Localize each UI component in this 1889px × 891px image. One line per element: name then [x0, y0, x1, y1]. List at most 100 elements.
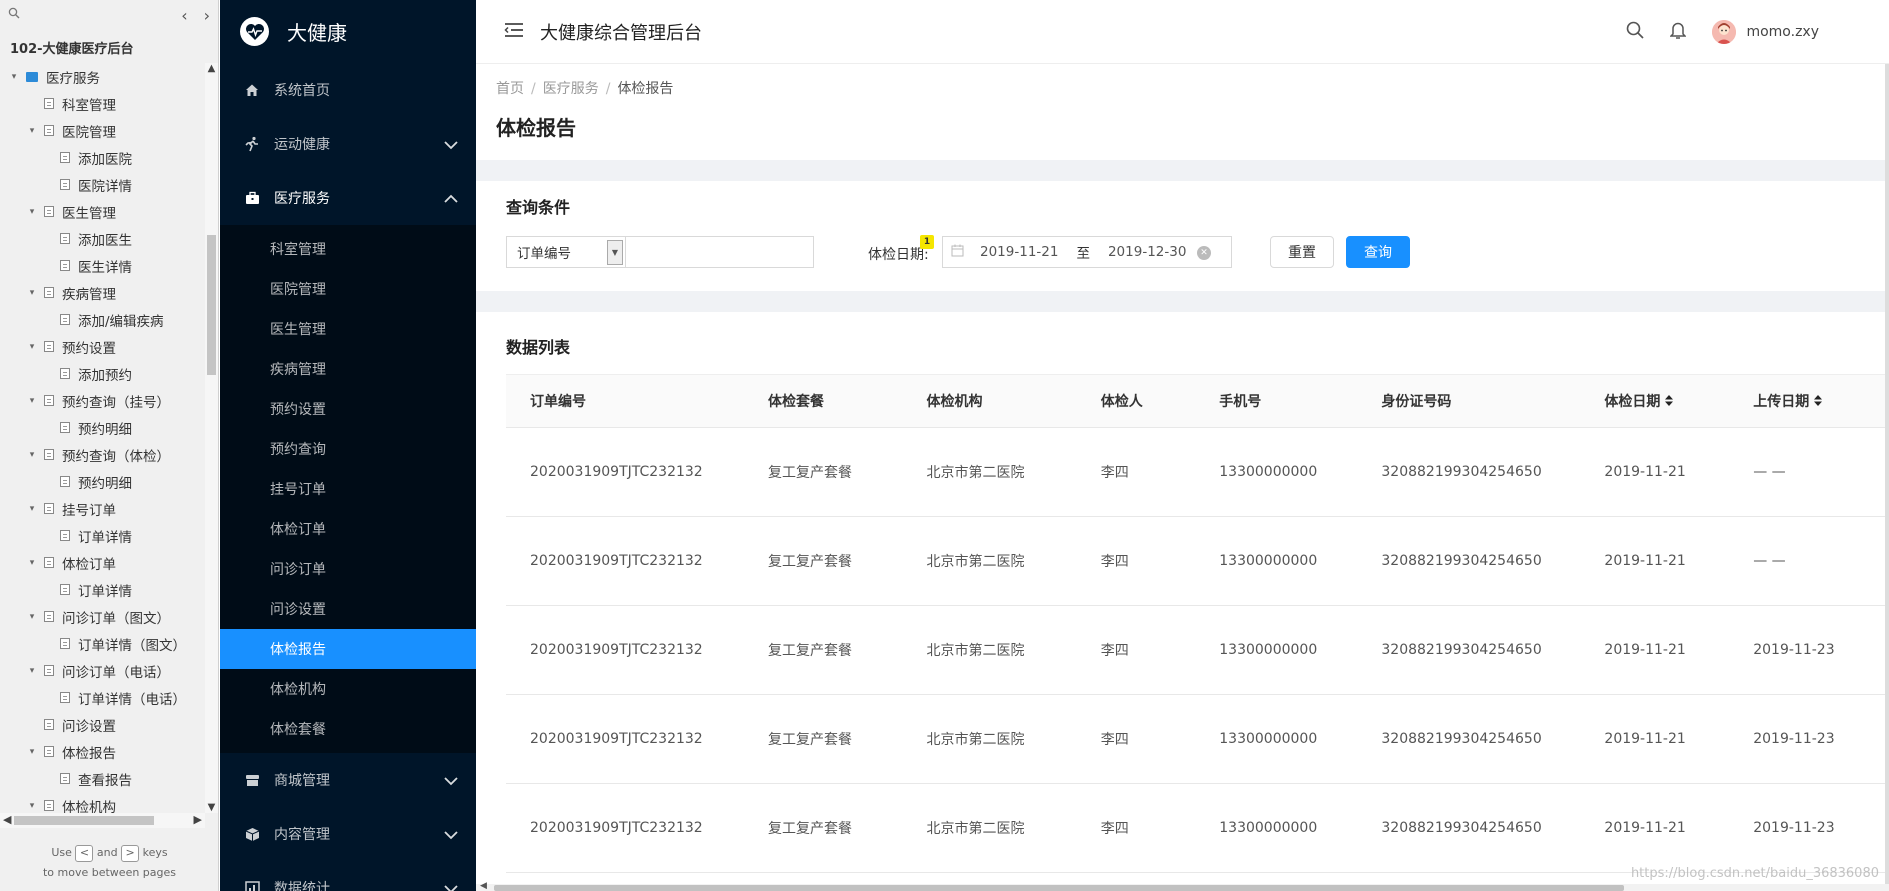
expand-toggle-icon[interactable]: ▾: [26, 558, 38, 568]
chevron-down-icon[interactable]: [444, 138, 458, 154]
table-row[interactable]: 2020031909TJTC232132 复工复产套餐 北京市第二医院 李四 13300…: [506, 516, 1889, 606]
query-button[interactable]: 查询: [1346, 236, 1410, 268]
expand-toggle-icon[interactable]: ▾: [26, 288, 38, 298]
tree-item[interactable]: ▾ 预约查询（挂号）: [0, 387, 205, 414]
sidebar-item[interactable]: 商城管理: [220, 753, 476, 807]
tree-item[interactable]: ▾ 问诊订单（电话）: [0, 657, 205, 684]
breadcrumb-section[interactable]: 医疗服务: [543, 81, 599, 97]
bell-icon[interactable]: [1669, 21, 1688, 43]
tree-vertical-scrollbar[interactable]: ▲ ▼: [205, 63, 218, 813]
submenu-item[interactable]: 预约设置: [220, 389, 476, 429]
order-field-select[interactable]: 订单编号 ▼: [506, 236, 626, 268]
breadcrumb-home[interactable]: 首页: [496, 81, 524, 97]
tree-item[interactable]: ▾ 体检订单: [0, 549, 205, 576]
scrollbar-thumb[interactable]: [494, 885, 1624, 891]
sidebar-item[interactable]: 系统首页: [220, 63, 476, 117]
tree-item[interactable]: 查看报告: [0, 765, 205, 792]
submenu-item[interactable]: 医生管理: [220, 309, 476, 349]
search-icon[interactable]: [8, 7, 20, 23]
scrollbar-thumb[interactable]: [14, 816, 154, 825]
submenu-item[interactable]: 问诊订单: [220, 549, 476, 589]
expand-toggle-icon[interactable]: ▾: [8, 72, 20, 82]
tree-item[interactable]: ▾ 问诊订单（图文）: [0, 603, 205, 630]
expand-toggle-icon[interactable]: ▾: [26, 504, 38, 514]
tree-item[interactable]: 添加医院: [0, 144, 205, 171]
main-vertical-scrollbar[interactable]: [1885, 64, 1889, 891]
sort-icon[interactable]: [1814, 394, 1823, 410]
tree-item[interactable]: 添加医生: [0, 225, 205, 252]
submenu-item[interactable]: 科室管理: [220, 229, 476, 269]
search-icon[interactable]: [1626, 21, 1645, 43]
table-row[interactable]: 2020031909TJTC232132 复工复产套餐 北京市第二医院 李四 13300…: [506, 694, 1889, 784]
sidebar-item[interactable]: 内容管理: [220, 807, 476, 861]
tree-item[interactable]: 订单详情（电话）: [0, 684, 205, 711]
expand-toggle-icon[interactable]: ▾: [26, 126, 38, 136]
tree-item[interactable]: ▾ 医疗服务: [0, 63, 205, 90]
submenu-item[interactable]: 体检套餐: [220, 709, 476, 749]
chevron-down-icon[interactable]: [444, 774, 458, 790]
scroll-left-icon[interactable]: ◀: [3, 813, 11, 826]
tree-item[interactable]: ▾ 预约设置: [0, 333, 205, 360]
sidebar-item[interactable]: 数据统计: [220, 861, 476, 891]
tree-item[interactable]: 预约明细: [0, 414, 205, 441]
prev-page-icon[interactable]: ‹: [181, 6, 187, 25]
chevron-down-icon[interactable]: [444, 828, 458, 844]
submenu-item[interactable]: 体检机构: [220, 669, 476, 709]
expand-toggle-icon[interactable]: ▾: [26, 612, 38, 622]
tree-item[interactable]: ▾ 疾病管理: [0, 279, 205, 306]
order-number-input[interactable]: [626, 236, 814, 268]
tree-item[interactable]: 科室管理: [0, 90, 205, 117]
expand-toggle-icon[interactable]: ▾: [26, 666, 38, 676]
tree-item[interactable]: 订单详情（图文）: [0, 630, 205, 657]
clear-icon[interactable]: ✕: [1197, 246, 1211, 260]
avatar[interactable]: [1712, 19, 1737, 44]
expand-toggle-icon[interactable]: ▾: [26, 207, 38, 217]
expand-toggle-icon[interactable]: ▾: [26, 342, 38, 352]
tree-item[interactable]: 预约明细: [0, 468, 205, 495]
tree-item[interactable]: 订单详情: [0, 522, 205, 549]
expand-toggle-icon[interactable]: ▾: [26, 396, 38, 406]
tree-horizontal-scrollbar[interactable]: ◀ ▶: [0, 813, 205, 828]
next-page-icon[interactable]: ›: [204, 6, 210, 25]
table-row[interactable]: 2020031909TJTC232132 复工复产套餐 北京市第二医院 李四 13300…: [506, 783, 1889, 873]
submenu-item[interactable]: 挂号订单: [220, 469, 476, 509]
scroll-up-icon[interactable]: ▲: [205, 63, 218, 74]
scroll-right-icon[interactable]: ▶: [194, 813, 202, 826]
date-start[interactable]: 2019-11-21: [980, 244, 1058, 260]
tree-item[interactable]: 添加预约: [0, 360, 205, 387]
expand-toggle-icon[interactable]: ▾: [26, 747, 38, 757]
tree-item[interactable]: 添加/编辑疾病: [0, 306, 205, 333]
scroll-left-icon[interactable]: ◀: [480, 881, 487, 891]
menu-fold-icon[interactable]: [504, 22, 524, 42]
column-header[interactable]: 体检日期: [1580, 374, 1730, 428]
chevron-up-icon[interactable]: [444, 192, 458, 208]
submenu-item[interactable]: 疾病管理: [220, 349, 476, 389]
submenu-item[interactable]: 医院管理: [220, 269, 476, 309]
date-end[interactable]: 2019-12-30: [1108, 244, 1186, 260]
table-row[interactable]: 2020031909TJTC232132 复工复产套餐 北京市第二医院 李四 13300…: [506, 427, 1889, 517]
scrollbar-thumb[interactable]: [207, 235, 216, 375]
table-row[interactable]: 2020031909TJTC232132 复工复产套餐 北京市第二医院 李四 13300…: [506, 605, 1889, 695]
tree-item[interactable]: ▾ 挂号订单: [0, 495, 205, 522]
expand-toggle-icon[interactable]: ▾: [26, 801, 38, 811]
scroll-down-icon[interactable]: ▼: [205, 802, 218, 813]
tree-item[interactable]: ▾ 体检报告: [0, 738, 205, 765]
sidebar-item[interactable]: 运动健康: [220, 117, 476, 171]
submenu-item[interactable]: 问诊设置: [220, 589, 476, 629]
reset-button[interactable]: 重置: [1270, 236, 1334, 268]
tree-item[interactable]: ▾ 预约查询（体检）: [0, 441, 205, 468]
submenu-item[interactable]: 体检报告: [220, 629, 476, 669]
username[interactable]: momo.zxy: [1746, 24, 1819, 40]
sort-icon[interactable]: [1665, 394, 1674, 410]
tree-item[interactable]: 医生详情: [0, 252, 205, 279]
tree-item[interactable]: 订单详情: [0, 576, 205, 603]
tree-item[interactable]: ▾ 医生管理: [0, 198, 205, 225]
date-range-picker[interactable]: 2019-11-21 至 2019-12-30 ✕: [942, 236, 1232, 268]
chevron-down-icon[interactable]: ▼: [607, 240, 623, 265]
column-header[interactable]: 上传日期: [1729, 374, 1889, 428]
main-horizontal-scrollbar[interactable]: ◀: [476, 881, 1889, 891]
chevron-down-icon[interactable]: [444, 882, 458, 891]
tree-item[interactable]: 问诊设置: [0, 711, 205, 738]
tree-item[interactable]: ▾ 医院管理: [0, 117, 205, 144]
expand-toggle-icon[interactable]: ▾: [26, 450, 38, 460]
